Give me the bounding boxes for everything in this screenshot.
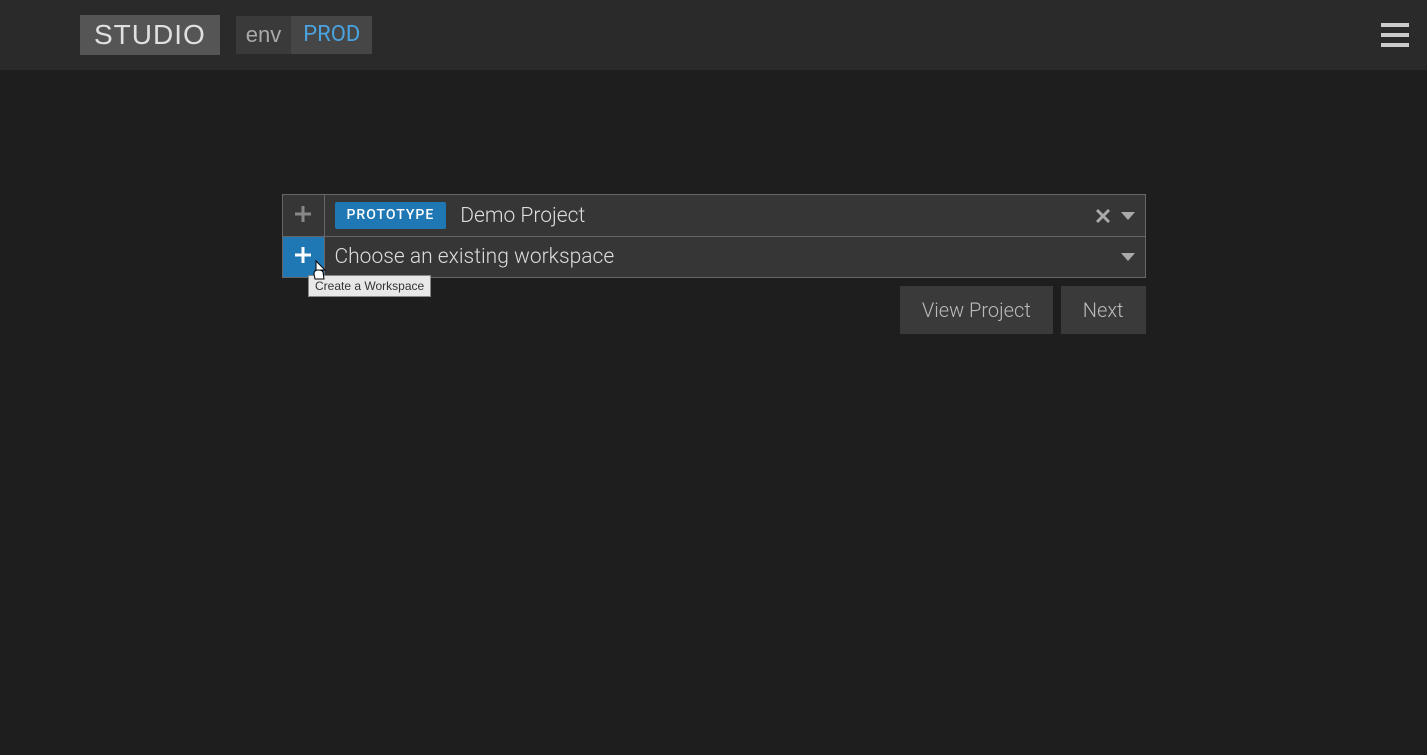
- hamburger-menu-icon[interactable]: [1381, 23, 1409, 47]
- env-selector[interactable]: env PROD: [236, 16, 373, 54]
- next-button[interactable]: Next: [1061, 286, 1146, 334]
- form-container: PROTOTYPE Demo Project: [282, 194, 1146, 334]
- workspace-dropdown-icon[interactable]: [1117, 237, 1145, 277]
- workspace-row: Choose an existing workspace: [282, 236, 1146, 278]
- project-name[interactable]: Demo Project: [446, 195, 1088, 236]
- create-workspace-tooltip: Create a Workspace: [308, 275, 431, 297]
- studio-logo[interactable]: STUDIO: [80, 15, 220, 55]
- env-label: env: [236, 16, 291, 54]
- clear-project-icon[interactable]: [1089, 195, 1117, 236]
- plus-icon: [293, 203, 313, 229]
- env-value: PROD: [291, 16, 372, 54]
- create-workspace-button[interactable]: [283, 237, 325, 277]
- project-row: PROTOTYPE Demo Project: [282, 194, 1146, 236]
- view-project-button[interactable]: View Project: [900, 286, 1053, 334]
- prototype-badge: PROTOTYPE: [335, 202, 447, 229]
- project-dropdown-icon[interactable]: [1117, 195, 1145, 236]
- plus-icon: [293, 244, 313, 270]
- app-header: STUDIO env PROD: [0, 0, 1427, 70]
- create-project-button[interactable]: [283, 195, 325, 236]
- workspace-dropdown[interactable]: Choose an existing workspace: [325, 237, 1117, 277]
- main-content: PROTOTYPE Demo Project: [0, 70, 1427, 334]
